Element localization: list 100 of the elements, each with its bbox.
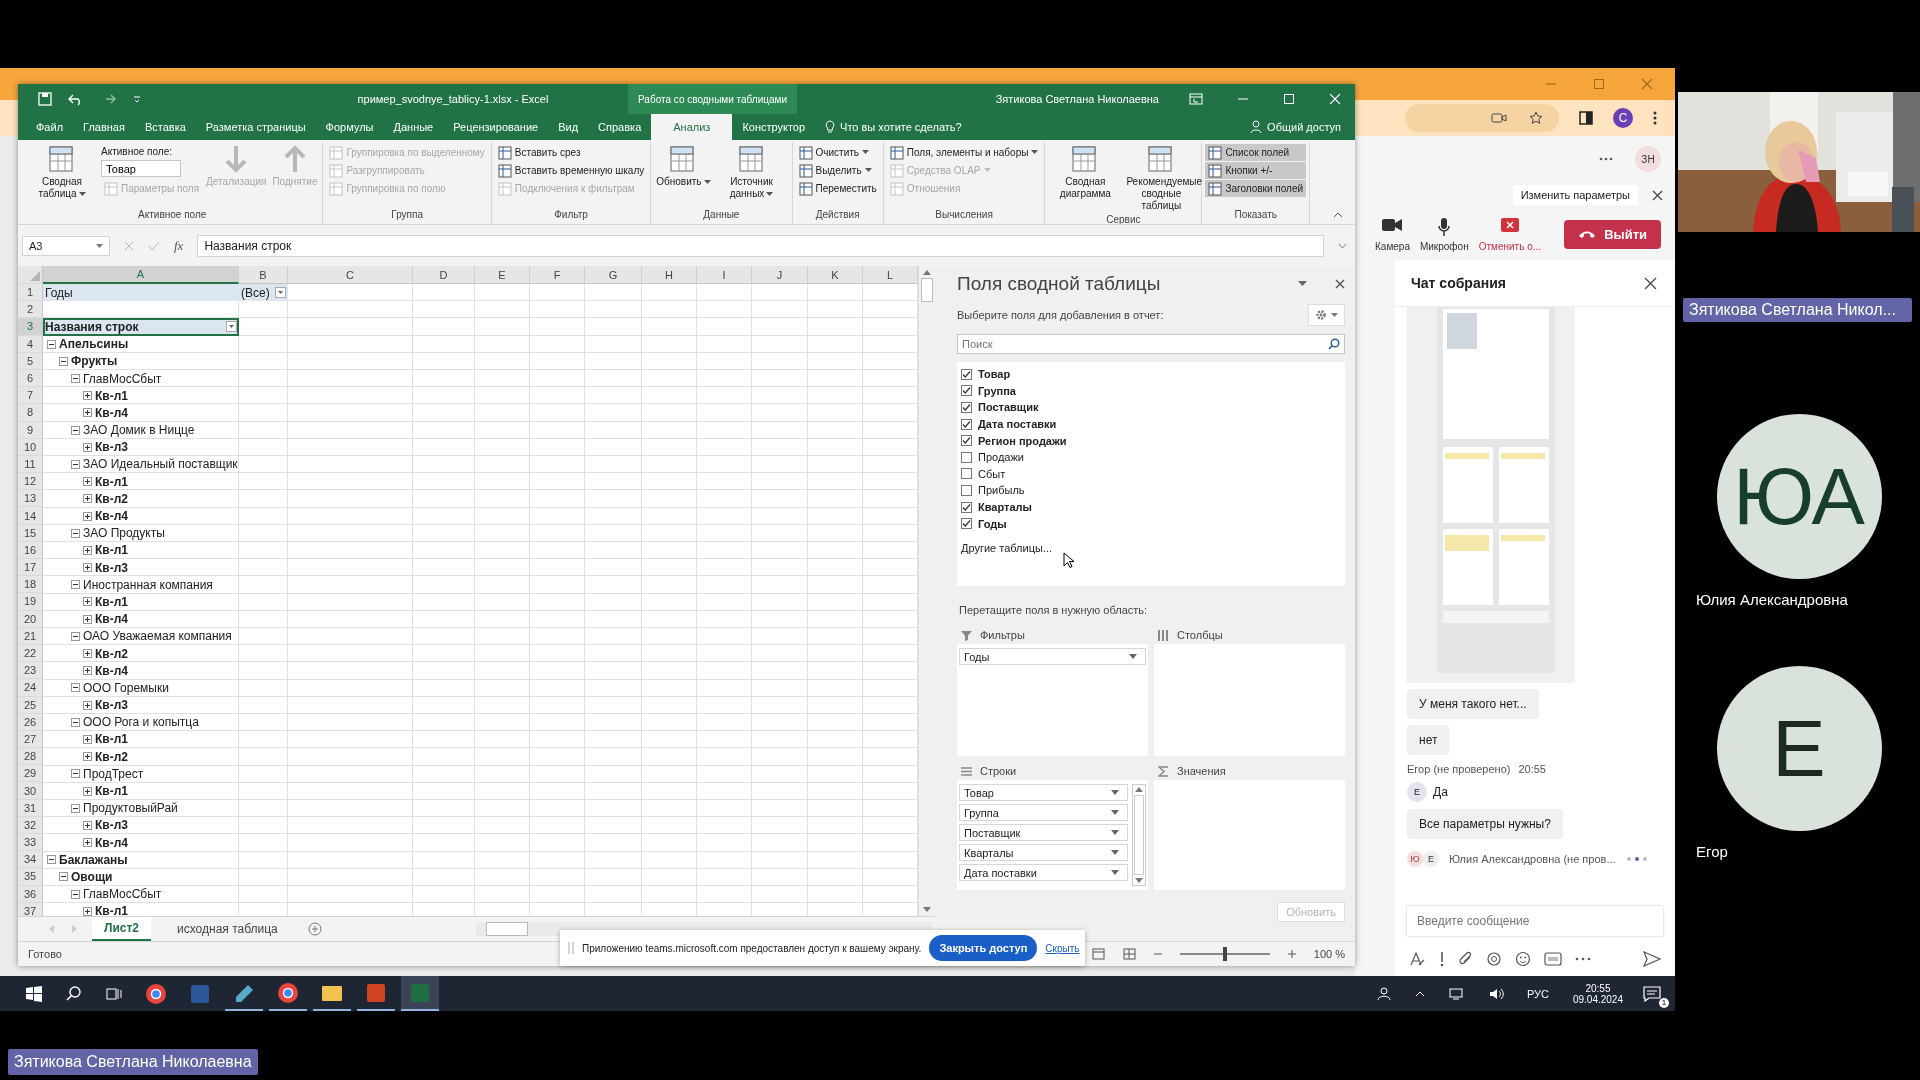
ribbon-button[interactable]: Вставить временную шкалу <box>494 162 648 179</box>
ribbon-button[interactable]: Переместить <box>795 180 880 197</box>
row-number[interactable]: 35 <box>18 868 43 886</box>
message-input[interactable]: Введите сообщение <box>1407 906 1663 936</box>
ribbon-tab[interactable]: Анализ <box>651 114 733 140</box>
ribbon-tab[interactable]: Вставка <box>134 114 196 140</box>
table-cell: ГлавМосСбыт <box>83 887 162 902</box>
participant-name: Юлия Александровна <box>1696 591 1848 608</box>
name-box[interactable]: A3 <box>22 236 110 256</box>
table-cell: Кв-л3 <box>95 698 128 713</box>
tell-me-field[interactable]: Что вы хотите сделать? <box>840 121 962 133</box>
ribbon-tab[interactable]: Формулы <box>315 114 384 140</box>
row-number[interactable]: 1 <box>18 284 43 302</box>
ribbon-tab[interactable]: Конструктор <box>732 114 816 140</box>
leave-button[interactable]: Выйти <box>1564 219 1661 249</box>
table-cell: Кв-л4 <box>95 663 128 678</box>
zoom-level[interactable]: 100 % <box>1313 948 1345 960</box>
row-number[interactable]: 14 <box>18 507 43 525</box>
ribbon-button[interactable]: Очистить <box>795 144 880 161</box>
user-avatar[interactable]: ЗН <box>1635 146 1661 172</box>
formula-input[interactable]: Названия строк <box>197 235 1324 257</box>
language-indicator[interactable]: РУС <box>1526 987 1549 1000</box>
field-label[interactable]: Дата поставки <box>978 418 1057 431</box>
area-field-chip[interactable]: Поставщик <box>959 824 1128 841</box>
ribbon-button[interactable]: Источник данных <box>714 142 789 202</box>
area-field-chip[interactable]: Дата поставки <box>959 864 1128 881</box>
row-number[interactable]: 29 <box>18 765 43 783</box>
row-number[interactable]: 12 <box>18 473 43 491</box>
ribbon-tab[interactable]: Разметка страницы <box>195 114 316 140</box>
row-number[interactable]: 33 <box>18 834 43 852</box>
row-number[interactable]: 3 <box>18 318 43 336</box>
field-label[interactable]: Регион продажи <box>978 434 1067 447</box>
row-number[interactable]: 18 <box>18 576 43 594</box>
row-number[interactable]: 30 <box>18 782 43 800</box>
profile-avatar[interactable]: С <box>1613 108 1633 128</box>
ribbon-button[interactable]: Список полей <box>1205 144 1307 161</box>
area-field-chip[interactable]: Группа <box>959 804 1128 821</box>
column-header[interactable]: A <box>43 266 239 284</box>
field-label[interactable]: Сбыт <box>978 467 1006 480</box>
call-control-button[interactable]: Отменить о... <box>1478 216 1542 252</box>
clock-time[interactable]: 20:55 <box>1585 982 1611 994</box>
row-number[interactable]: 13 <box>18 490 43 508</box>
table-cell: Кв-л3 <box>95 818 128 833</box>
ribbon-button[interactable]: Кнопки +/- <box>1205 162 1307 179</box>
insert-function-button[interactable]: fx <box>174 238 184 254</box>
area-field-chip[interactable]: Кварталы <box>959 844 1128 861</box>
drop-area[interactable]: Годы <box>957 644 1148 756</box>
stop-sharing-button[interactable]: Закрыть доступ <box>929 935 1038 961</box>
hide-link[interactable]: Скрыть <box>1045 942 1080 954</box>
row-number[interactable]: 34 <box>18 851 43 869</box>
ribbon-button[interactable]: Сводная диаграмма <box>1048 142 1123 202</box>
ribbon-button[interactable]: Заголовки полей <box>1205 180 1307 197</box>
ribbon-button[interactable]: Сводная таблица <box>25 142 99 202</box>
row-number[interactable]: 8 <box>18 404 43 422</box>
call-control-button[interactable]: Камера <box>1375 216 1410 252</box>
table-cell: Годы <box>43 284 239 302</box>
field-label[interactable]: Товар <box>978 368 1011 381</box>
call-control-button[interactable]: Микрофон <box>1419 216 1469 252</box>
change-settings-button[interactable]: Изменить параметры <box>1512 185 1638 205</box>
group-label: Данные <box>702 209 741 222</box>
ribbon-tab[interactable]: Справка <box>588 114 652 140</box>
row-number[interactable]: 7 <box>18 387 43 405</box>
field-label[interactable]: Поставщик <box>978 401 1039 414</box>
ribbon-tab[interactable]: Вид <box>548 114 589 140</box>
panel-prompt: Выберите поля для добавления в отчет: <box>957 309 1164 321</box>
ribbon-tab[interactable]: Файл <box>26 114 74 140</box>
table-cell: Овощи <box>71 869 113 884</box>
field-label[interactable]: Кварталы <box>978 501 1032 514</box>
ribbon-button[interactable]: Поля, элементы и наборы <box>886 144 1042 161</box>
ribbon-tab[interactable]: Рецензирование <box>443 114 549 140</box>
share-link[interactable]: Общий доступ <box>1267 121 1341 133</box>
other-tables-link[interactable]: Другие таблицы... <box>961 541 1053 554</box>
chat-title: Чат собрания <box>1411 275 1506 291</box>
ribbon-button[interactable]: Выделить <box>795 162 880 179</box>
field-label[interactable]: Прибыль <box>978 484 1025 497</box>
search-field[interactable]: Поиск <box>957 334 1345 354</box>
row-number[interactable]: 17 <box>18 559 43 577</box>
filter-value-dropdown[interactable]: (Все) <box>239 284 288 302</box>
ribbon-tab[interactable]: Данные <box>383 114 444 140</box>
field-label[interactable]: Годы <box>978 517 1007 530</box>
areas-prompt: Перетащите поля в нужную область: <box>959 604 1149 616</box>
row-number[interactable]: 2 <box>18 301 43 319</box>
field-label[interactable]: Продажи <box>978 451 1024 464</box>
row-number[interactable]: 28 <box>18 748 43 766</box>
sheet-tab[interactable]: Лист2 <box>92 917 152 941</box>
area-field-chip[interactable]: Годы <box>959 648 1146 665</box>
row-number[interactable]: 19 <box>18 593 43 611</box>
clock-date[interactable]: 09.04.2024 <box>1572 993 1623 1005</box>
ribbon-button[interactable]: Обновить <box>654 142 713 190</box>
row-number[interactable]: 24 <box>18 679 43 697</box>
ribbon-button[interactable]: Вставить срез <box>494 144 648 161</box>
row-labels-filter[interactable]: Названия строк <box>43 318 239 336</box>
chat-message: нет <box>1407 725 1450 755</box>
sheet-tab[interactable]: исходная таблица <box>165 917 290 941</box>
ribbon-tab[interactable]: Главная <box>73 114 135 140</box>
drop-area[interactable]: Товар Группа Поставщик Кварталы Дата поставки <box>957 780 1148 890</box>
area-field-chip[interactable]: Товар <box>959 784 1128 801</box>
active-field-input[interactable]: Товар <box>101 160 181 177</box>
field-label[interactable]: Группа <box>978 384 1016 397</box>
row-number[interactable]: 23 <box>18 662 43 680</box>
